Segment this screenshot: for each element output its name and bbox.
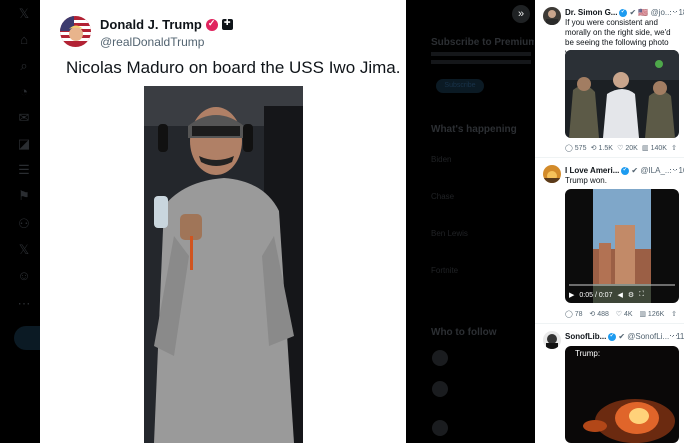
post-button[interactable] (14, 326, 40, 350)
post-text: Trump won. (565, 176, 607, 185)
like-count: 20K (625, 145, 638, 152)
expand-icon[interactable]: » (512, 5, 530, 23)
share-icon[interactable]: ⇧ (671, 310, 677, 318)
verified-badge-icon (619, 7, 628, 17)
subscribe-button[interactable]: Subscribe (436, 79, 484, 93)
video-progress-bar[interactable] (569, 284, 675, 286)
view-count: 140K (650, 145, 667, 152)
volume-icon[interactable]: ◀ (617, 291, 622, 299)
lists-icon[interactable]: ☰ (16, 162, 32, 178)
post-author[interactable]: SonofLib... (565, 332, 606, 341)
premium-icon[interactable]: 𝕏 (16, 242, 32, 258)
post-author[interactable]: Dr. Simon G... (565, 8, 617, 17)
replies-feed: Dr. Simon G... ✔ 🇺🇸 @jo... · 18h ⋯ If yo… (535, 0, 684, 443)
settings-icon[interactable]: ⚙ (628, 291, 634, 299)
reply-button[interactable]: ◯ 575 (565, 144, 586, 152)
post-photo[interactable] (144, 86, 303, 443)
more-options-icon[interactable]: ⋯ (669, 164, 678, 175)
trend-item[interactable]: Fortnite (431, 266, 458, 275)
post-handle[interactable]: ✔ 🇺🇸 @jo... (629, 8, 671, 17)
grok-icon[interactable]: ◪ (16, 136, 32, 152)
trend-item[interactable]: Chase (431, 192, 454, 201)
messages-icon[interactable]: ✉ (16, 110, 32, 126)
profile-icon[interactable]: ☺ (16, 268, 32, 284)
reply-count: 575 (574, 145, 587, 152)
reply-count: 78 (574, 311, 583, 318)
follow-suggestion-avatar[interactable] (432, 420, 448, 436)
post-video[interactable]: Trump: (565, 346, 679, 443)
home-icon[interactable]: ⌂ (16, 32, 32, 48)
verified-badge-icon (205, 18, 218, 31)
follow-suggestion-avatar[interactable] (432, 350, 448, 366)
repost-button[interactable]: ⟲ 488 (589, 310, 609, 318)
whats-happening-title: What's happening (431, 124, 517, 135)
x-logo-icon[interactable]: 𝕏 (16, 6, 32, 22)
play-icon[interactable]: ▶ (569, 291, 574, 299)
author-name[interactable]: Donald J. Trump (100, 17, 202, 32)
author-avatar[interactable] (60, 16, 91, 47)
post-handle[interactable]: ✔ @SonofLi... (618, 332, 669, 341)
affiliation-badge-icon (221, 18, 233, 30)
video-controls: ▶ 0:05 / 0:07 ◀ ⚙ ⛶ (565, 287, 679, 303)
repost-count: 488 (597, 311, 609, 318)
post-author[interactable]: I Love Ameri... (565, 166, 619, 175)
more-options-icon[interactable]: ⋯ (669, 6, 678, 17)
left-nav: 𝕏 ⌂ ⌕ ◔ ✉ ◪ ☰ ⚑ ⚇ 𝕏 ☺ ⋯ (0, 0, 40, 443)
repost-button[interactable]: ⟲ 1.5K (591, 144, 613, 152)
reply-button[interactable]: ◯ 78 (565, 310, 583, 318)
more-icon[interactable]: ⋯ (16, 296, 32, 312)
post-detail-card: Donald J. Trump @realDonaldTrump Nicolas… (40, 0, 406, 443)
verified-badge-icon (621, 165, 630, 175)
fullscreen-icon[interactable]: ⛶ (639, 291, 644, 299)
bookmarks-icon[interactable]: ⚑ (16, 188, 32, 204)
like-button[interactable]: ♡ 4K (616, 310, 633, 318)
post-image[interactable] (565, 50, 679, 138)
verified-badge-icon (608, 331, 617, 341)
communities-icon[interactable]: ⚇ (16, 216, 32, 232)
post-handle[interactable]: ✔ @ILA_... (631, 166, 671, 175)
post-avatar[interactable] (543, 7, 561, 25)
divider (535, 157, 684, 158)
dimmed-sidebar: » Subscribe to Premium Subscribe What's … (406, 0, 534, 443)
post-avatar[interactable] (543, 165, 561, 183)
view-count: 126K (647, 311, 665, 318)
views-button[interactable]: ▥ 140K (642, 144, 667, 152)
post-text: Nicolas Maduro on board the USS Iwo Jima… (66, 58, 401, 77)
video-timestamp: 0:05 / 0:07 (579, 291, 613, 299)
divider (535, 323, 684, 324)
video-caption: Trump: (575, 349, 601, 358)
share-icon[interactable]: ⇧ (671, 144, 677, 152)
trend-item[interactable]: Biden (431, 155, 451, 164)
post-video[interactable]: ▶ 0:05 / 0:07 ◀ ⚙ ⛶ (565, 189, 679, 303)
subscribe-desc-line (431, 60, 531, 64)
post-avatar[interactable] (543, 331, 561, 349)
views-button[interactable]: ▥ 126K (639, 310, 664, 318)
trend-item[interactable]: Ben Lewis (431, 229, 468, 238)
subscribe-title: Subscribe to Premium (431, 37, 534, 48)
subscribe-desc-line (431, 52, 531, 56)
explore-icon[interactable]: ⌕ (16, 58, 32, 74)
notifications-icon[interactable]: ◔ (16, 84, 32, 100)
app-root: 𝕏 ⌂ ⌕ ◔ ✉ ◪ ☰ ⚑ ⚇ 𝕏 ☺ ⋯ Donald J. Trump … (0, 0, 684, 443)
like-count: 4K (623, 311, 633, 318)
who-to-follow-title: Who to follow (431, 327, 497, 338)
like-button[interactable]: ♡ 20K (617, 144, 638, 152)
follow-suggestion-avatar[interactable] (432, 381, 448, 397)
repost-count: 1.5K (598, 145, 613, 152)
more-options-icon[interactable]: ⋯ (669, 330, 678, 341)
author-handle[interactable]: @realDonaldTrump (100, 35, 204, 49)
